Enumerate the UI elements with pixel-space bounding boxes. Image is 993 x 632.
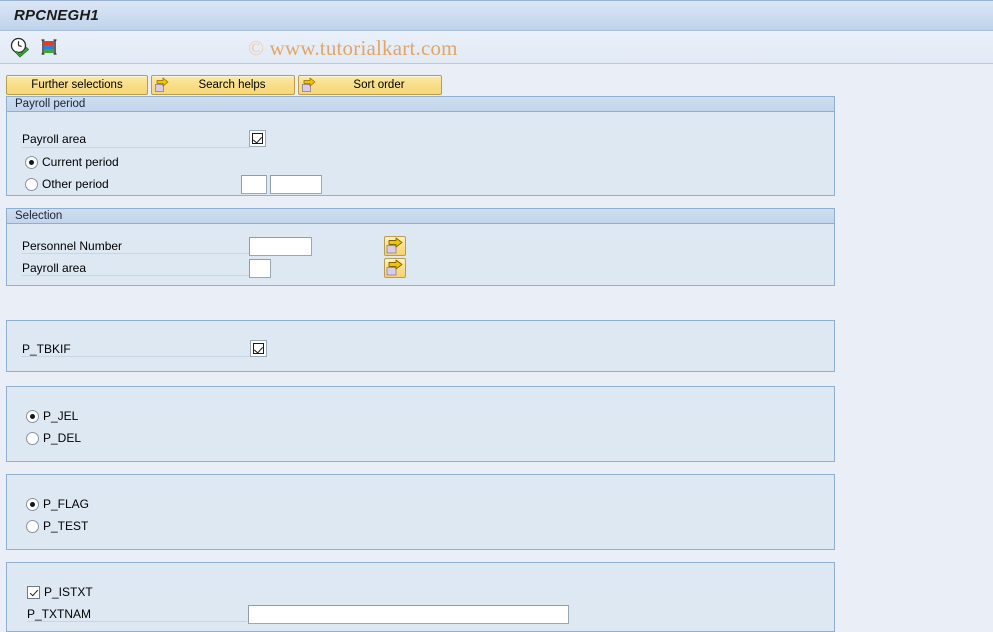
del-radio[interactable] [26,431,39,445]
test-radio-row[interactable]: P_TEST [26,519,88,533]
selection-panel-body: Personnel Number Payroll area [7,224,834,285]
search-helps-button[interactable]: Search helps [151,75,295,95]
other-period-input-1[interactable] [241,175,267,194]
selection-payroll-area-multiple-selection-button[interactable] [384,258,406,278]
tbkif-panel: P_TBKIF [6,320,835,372]
watermark: © www.tutorialkart.com [248,36,458,61]
del-label: P_DEL [43,431,82,445]
selection-payroll-area-input[interactable] [249,259,271,278]
arrow-right-icon [301,77,317,93]
tbkif-row: P_TBKIF [22,342,71,356]
tbkif-label: P_TBKIF [22,342,71,356]
other-period-label: Other period [42,177,109,191]
selection-panel: Selection Personnel Number Payroll area [6,208,835,286]
window-title-bar: RPCNEGH1 [0,0,993,31]
personnel-number-multiple-selection-button[interactable] [384,236,406,256]
payroll-area-checkbox[interactable] [249,130,266,147]
istxt-label: P_ISTXT [44,585,93,599]
arrow-right-icon [154,77,170,93]
text-options-panel-body: P_ISTXT P_TXTNAM [7,563,834,631]
del-radio-row[interactable]: P_DEL [26,431,81,445]
personnel-number-input[interactable] [249,237,312,256]
selection-payroll-area-row: Payroll area [22,261,86,275]
selection-payroll-area-label-underline [22,275,250,276]
flag-radio-row[interactable]: P_FLAG [26,497,89,511]
payroll-area-label-underline [22,147,250,148]
tbkif-checkbox[interactable] [250,340,267,357]
current-period-radio[interactable] [25,155,38,169]
jel-del-panel: P_JEL P_DEL [6,386,835,462]
txtnam-input[interactable] [248,605,569,624]
current-period-radio-row[interactable]: Current period [25,155,119,169]
flag-test-panel: P_FLAG P_TEST [6,474,835,550]
txtnam-label-underline [27,621,247,622]
payroll-period-panel-body: Payroll area Current period Other period [7,112,834,195]
tbkif-panel-body: P_TBKIF [7,321,834,371]
further-selections-button[interactable]: Further selections [6,75,148,95]
page-title: RPCNEGH1 [14,7,99,24]
search-helps-label: Search helps [198,79,266,91]
payroll-area-label: Payroll area [22,132,87,146]
selection-screen-button-row: Further selections Search helps Sort ord… [6,75,442,95]
other-period-radio[interactable] [25,177,38,191]
tbkif-label-underline [22,356,251,357]
selection-payroll-area-label: Payroll area [22,261,87,275]
test-label: P_TEST [43,519,89,533]
personnel-number-label: Personnel Number [22,239,123,253]
flag-test-panel-body: P_FLAG P_TEST [7,475,834,549]
execute-print-icon[interactable] [38,36,60,58]
execute-clock-icon[interactable] [9,36,31,58]
payroll-period-panel: Payroll period Payroll area Current peri… [6,96,835,196]
selection-panel-header: Selection [7,209,834,224]
personnel-number-label-underline [22,253,250,254]
sort-order-label: Sort order [353,79,405,91]
watermark-copyright-symbol: © [248,36,265,60]
payroll-period-panel-header: Payroll period [7,97,834,112]
further-selections-label: Further selections [31,79,123,91]
txtnam-row: P_TXTNAM [27,607,91,621]
test-radio[interactable] [26,519,39,533]
jel-radio-row[interactable]: P_JEL [26,409,78,423]
text-options-panel: P_ISTXT P_TXTNAM [6,562,835,632]
flag-radio[interactable] [26,497,39,511]
payroll-area-row: Payroll area [22,132,86,146]
personnel-number-row: Personnel Number [22,239,122,253]
watermark-text: www.tutorialkart.com [269,36,458,60]
current-period-label: Current period [42,155,119,169]
jel-label: P_JEL [43,409,79,423]
other-period-radio-row[interactable]: Other period [25,177,109,191]
other-period-input-2[interactable] [270,175,322,194]
txtnam-label: P_TXTNAM [27,607,92,621]
flag-label: P_FLAG [43,497,90,511]
sort-order-button[interactable]: Sort order [298,75,442,95]
application-toolbar: © www.tutorialkart.com [0,31,993,64]
jel-del-panel-body: P_JEL P_DEL [7,387,834,461]
istxt-checkbox-row[interactable]: P_ISTXT [27,585,93,599]
jel-radio[interactable] [26,409,39,423]
istxt-checkbox[interactable] [27,585,40,599]
